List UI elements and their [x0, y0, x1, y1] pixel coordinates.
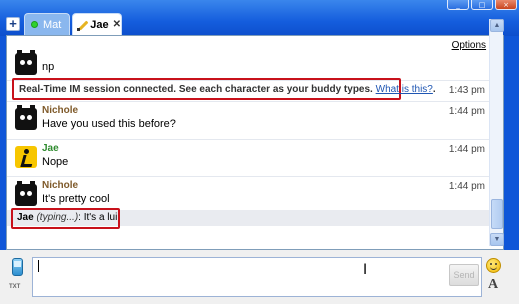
sender-name: Nichole [42, 105, 79, 116]
message-text: It's pretty cool [42, 193, 110, 205]
maximize-button[interactable]: □ [471, 0, 493, 10]
mobile-text-icon[interactable] [8, 258, 26, 282]
what-is-this-link[interactable]: What is this? [376, 84, 433, 95]
message-timestamp: 1:43 pm [448, 85, 485, 96]
send-button[interactable]: Send [449, 264, 479, 286]
divider [7, 176, 495, 177]
tab-label: Jae [90, 18, 109, 31]
tab-strip: _ □ × + Mat Jae ✕ [0, 0, 519, 36]
text-caret [38, 260, 39, 272]
txt-label: TXT [9, 284, 21, 290]
minimize-button[interactable]: _ [447, 0, 469, 10]
message-input[interactable] [32, 257, 482, 297]
typing-pencil-icon [77, 19, 87, 31]
chat-transcript[interactable]: Options ▼ np Real-Time IM session connect… [6, 35, 504, 250]
typing-status: (typing...) [36, 212, 79, 223]
typing-name: Jae [17, 212, 34, 223]
scrollbar[interactable]: ▲ ▼ [489, 19, 504, 246]
tab-label: Mat [43, 18, 62, 31]
divider [7, 139, 495, 140]
online-status-icon [31, 21, 38, 28]
im-window: _ □ × + Mat Jae ✕ Options ▼ np Real-Time … [0, 0, 519, 304]
buddy-avatar-icon[interactable] [15, 50, 37, 75]
system-message: Real-Time IM session connected. See each… [19, 84, 436, 95]
typing-preview: It's a lui [83, 212, 118, 223]
system-text: Real-Time IM session connected. See each… [19, 84, 373, 95]
message-timestamp: 1:44 pm [448, 144, 485, 155]
system-suffix: . [432, 84, 436, 95]
tab-jae[interactable]: Jae ✕ [72, 13, 122, 35]
typing-separator: : [78, 212, 81, 223]
window-close-button[interactable]: × [495, 0, 517, 10]
message-text: np [42, 61, 55, 73]
font-icon[interactable]: A [488, 277, 498, 293]
text-cursor-icon: I [363, 262, 368, 278]
scroll-down-icon[interactable]: ▼ [490, 233, 504, 246]
window-controls: _ □ × [447, 0, 517, 10]
smiley-icon[interactable] [486, 258, 501, 273]
message-text: Nope [42, 156, 69, 168]
typing-indicator: Jae (typing...): It's a lui [17, 212, 117, 223]
buddy-avatar-icon[interactable] [15, 181, 37, 206]
aim-runner-icon[interactable] [15, 146, 37, 168]
message-text: Have you used this before? [42, 118, 176, 130]
new-tab-icon[interactable]: + [6, 17, 20, 31]
message-timestamp: 1:44 pm [448, 106, 485, 117]
sender-name: Nichole [42, 180, 79, 191]
sender-name: Jae [42, 143, 59, 154]
options-label: Options [451, 40, 487, 51]
buddy-avatar-icon[interactable] [15, 105, 37, 130]
scroll-up-icon[interactable]: ▲ [490, 19, 504, 32]
tab-mat[interactable]: Mat [24, 13, 70, 35]
close-icon[interactable]: ✕ [113, 19, 121, 30]
message-timestamp: 1:44 pm [448, 181, 485, 192]
scrollbar-thumb[interactable] [491, 199, 503, 229]
divider [7, 101, 495, 102]
